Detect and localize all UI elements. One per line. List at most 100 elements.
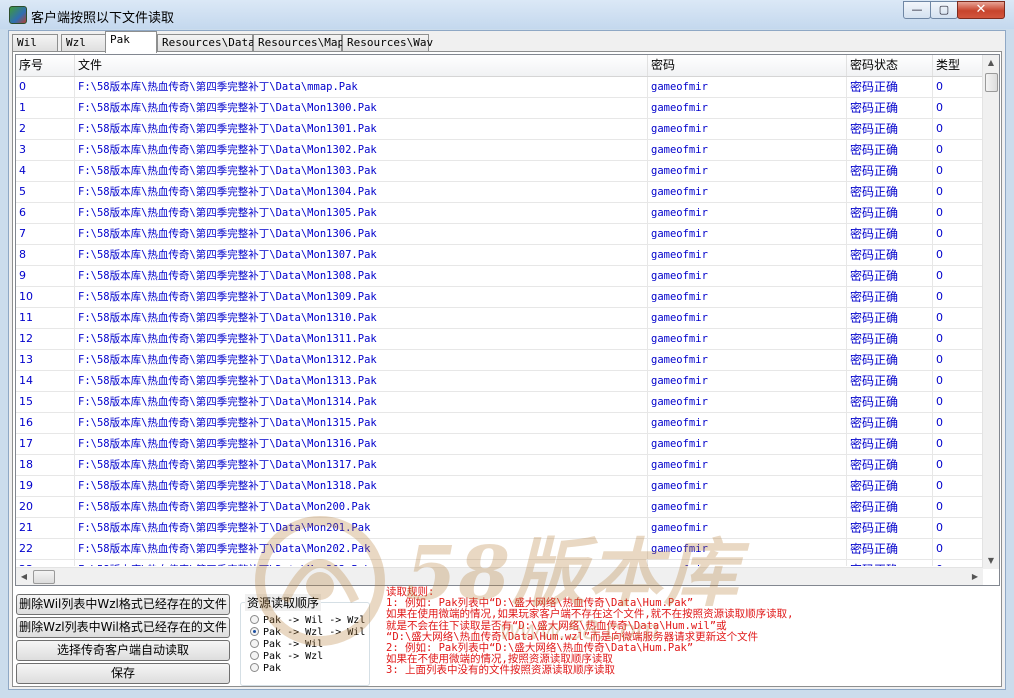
- table-row[interactable]: 3 F:\58版本库\热血传奇\第四季完整补丁\Data\Mon1302.Pak g…: [16, 140, 988, 161]
- table-row[interactable]: 15 F:\58版本库\热血传奇\第四季完整补丁\Data\Mon1314.Pak…: [16, 392, 988, 413]
- row-password: gameofmir: [648, 182, 847, 202]
- delete-wzl-in-wil-button[interactable]: 删除Wil列表中Wzl格式已经存在的文件: [16, 594, 230, 615]
- vertical-scrollbar[interactable]: ▲ ▼: [982, 55, 999, 569]
- radio-icon[interactable]: [250, 651, 259, 660]
- row-type: 0: [933, 476, 988, 496]
- table-row[interactable]: 13 F:\58版本库\热血传奇\第四季完整补丁\Data\Mon1312.Pak…: [16, 350, 988, 371]
- row-password: gameofmir: [648, 140, 847, 160]
- column-header-index[interactable]: 序号: [16, 55, 75, 76]
- tab-resources-wav[interactable]: Resources\Wav: [342, 34, 433, 52]
- row-index: 15: [16, 392, 75, 412]
- table-row[interactable]: 8 F:\58版本库\热血传奇\第四季完整补丁\Data\Mon1307.Pak g…: [16, 245, 988, 266]
- row-type: 0: [933, 497, 988, 517]
- row-file-path: F:\58版本库\热血传奇\第四季完整补丁\Data\Mon1312.Pak: [75, 350, 648, 370]
- tab-resources-data[interactable]: Resources\Data: [157, 34, 255, 52]
- row-file-path: F:\58版本库\热血传奇\第四季完整补丁\Data\Mon202.Pak: [75, 539, 648, 559]
- table-row[interactable]: 22 F:\58版本库\热血传奇\第四季完整补丁\Data\Mon202.Pak g…: [16, 539, 988, 560]
- tab-wil[interactable]: Wil: [12, 34, 58, 52]
- row-index: 6: [16, 203, 75, 223]
- row-index: 5: [16, 182, 75, 202]
- file-list[interactable]: 序号 文件 密码 密码状态 类型 0 F:\58版本库\热血传奇\第四季完整补丁\…: [15, 54, 1000, 586]
- row-password: gameofmir: [648, 329, 847, 349]
- row-password: gameofmir: [648, 245, 847, 265]
- order-option-1[interactable]: Pak -> Wil -> Wzl: [250, 615, 365, 627]
- table-row[interactable]: 7 F:\58版本库\热血传奇\第四季完整补丁\Data\Mon1306.Pak g…: [16, 224, 988, 245]
- row-index: 16: [16, 413, 75, 433]
- row-password-status: 密码正确: [847, 182, 933, 202]
- table-row[interactable]: 20 F:\58版本库\热血传奇\第四季完整补丁\Data\Mon200.Pak g…: [16, 497, 988, 518]
- minimize-button[interactable]: —: [903, 1, 931, 19]
- table-row[interactable]: 10 F:\58版本库\热血传奇\第四季完整补丁\Data\Mon1309.Pak…: [16, 287, 988, 308]
- title-bar: 客户端按照以下文件读取 — ▢ ✕: [0, 0, 1014, 29]
- column-header-type[interactable]: 类型: [933, 55, 988, 76]
- row-type: 0: [933, 140, 988, 160]
- row-password: gameofmir: [648, 308, 847, 328]
- row-type: 0: [933, 329, 988, 349]
- row-password: gameofmir: [648, 539, 847, 559]
- table-row[interactable]: 12 F:\58版本库\热血传奇\第四季完整补丁\Data\Mon1311.Pak…: [16, 329, 988, 350]
- table-row[interactable]: 16 F:\58版本库\热血传奇\第四季完整补丁\Data\Mon1315.Pak…: [16, 413, 988, 434]
- radio-checked-icon[interactable]: [250, 627, 259, 636]
- horizontal-scrollbar[interactable]: ◀ ▶: [16, 567, 983, 585]
- table-row[interactable]: 6 F:\58版本库\热血传奇\第四季完整补丁\Data\Mon1305.Pak g…: [16, 203, 988, 224]
- table-row[interactable]: 14 F:\58版本库\热血传奇\第四季完整补丁\Data\Mon1313.Pak…: [16, 371, 988, 392]
- table-row[interactable]: 4 F:\58版本库\热血传奇\第四季完整补丁\Data\Mon1303.Pak g…: [16, 161, 988, 182]
- row-file-path: F:\58版本库\热血传奇\第四季完整补丁\Data\Mon1307.Pak: [75, 245, 648, 265]
- rules-line: 如果在使用微端的情况,如果玩家客户端不存在这个文件,就不在按照资源读取顺序读取,: [386, 608, 794, 621]
- row-password-status: 密码正确: [847, 371, 933, 391]
- order-option-4[interactable]: Pak -> Wzl: [250, 651, 323, 663]
- row-type: 0: [933, 119, 988, 139]
- save-button[interactable]: 保存: [16, 663, 230, 684]
- hscroll-thumb[interactable]: [33, 570, 55, 584]
- scroll-right-icon[interactable]: ▶: [967, 568, 983, 585]
- row-index: 20: [16, 497, 75, 517]
- scroll-down-icon[interactable]: ▼: [983, 553, 999, 569]
- row-password-status: 密码正确: [847, 518, 933, 538]
- column-header-password[interactable]: 密码: [648, 55, 847, 76]
- maximize-button[interactable]: ▢: [930, 1, 958, 19]
- table-row[interactable]: 0 F:\58版本库\热血传奇\第四季完整补丁\Data\mmap.Pak game…: [16, 77, 988, 98]
- row-type: 0: [933, 560, 988, 566]
- close-button[interactable]: ✕: [957, 1, 1005, 19]
- row-password: gameofmir: [648, 371, 847, 391]
- column-header-file[interactable]: 文件: [75, 55, 648, 76]
- row-type: 0: [933, 77, 988, 97]
- scroll-up-icon[interactable]: ▲: [983, 55, 999, 71]
- order-option-3[interactable]: Pak -> Wil: [250, 639, 323, 651]
- scroll-thumb[interactable]: [985, 73, 998, 92]
- row-password: gameofmir: [648, 266, 847, 286]
- table-row[interactable]: 18 F:\58版本库\热血传奇\第四季完整补丁\Data\Mon1317.Pak…: [16, 455, 988, 476]
- order-option-2[interactable]: Pak -> Wzl -> Wil: [250, 627, 365, 639]
- order-option-5[interactable]: Pak: [250, 663, 281, 675]
- table-row[interactable]: 23F:\58版本库\热血传奇\第四季完整补丁\Data\Mon203.Pakg…: [16, 560, 988, 566]
- tab-pak[interactable]: Pak: [105, 31, 157, 53]
- table-row[interactable]: 11 F:\58版本库\热血传奇\第四季完整补丁\Data\Mon1310.Pak…: [16, 308, 988, 329]
- row-type: 0: [933, 287, 988, 307]
- row-password-status: 密码正确: [847, 98, 933, 118]
- radio-icon[interactable]: [250, 639, 259, 648]
- row-password: gameofmir: [648, 434, 847, 454]
- table-row[interactable]: 1 F:\58版本库\热血传奇\第四季完整补丁\Data\Mon1300.Pak g…: [16, 98, 988, 119]
- table-row[interactable]: 2 F:\58版本库\热血传奇\第四季完整补丁\Data\Mon1301.Pak g…: [16, 119, 988, 140]
- table-row[interactable]: 5 F:\58版本库\热血传奇\第四季完整补丁\Data\Mon1304.Pak g…: [16, 182, 988, 203]
- delete-wil-in-wzl-button[interactable]: 删除Wzl列表中Wil格式已经存在的文件: [16, 617, 230, 638]
- row-file-path: F:\58版本库\热血传奇\第四季完整补丁\Data\Mon1314.Pak: [75, 392, 648, 412]
- row-index: 11: [16, 308, 75, 328]
- table-row[interactable]: 19 F:\58版本库\热血传奇\第四季完整补丁\Data\Mon1318.Pak…: [16, 476, 988, 497]
- table-row[interactable]: 9 F:\58版本库\热血传奇\第四季完整补丁\Data\Mon1308.Pak g…: [16, 266, 988, 287]
- row-type: 0: [933, 203, 988, 223]
- row-password: gameofmir: [648, 413, 847, 433]
- auto-read-client-button[interactable]: 选择传奇客户端自动读取: [16, 640, 230, 661]
- scroll-left-icon[interactable]: ◀: [16, 568, 32, 585]
- table-row[interactable]: 21 F:\58版本库\热血传奇\第四季完整补丁\Data\Mon201.Pak g…: [16, 518, 988, 539]
- tab-resources-map[interactable]: Resources\Map: [253, 34, 344, 52]
- radio-icon[interactable]: [250, 663, 259, 672]
- row-index: 21: [16, 518, 75, 538]
- column-header-password-status[interactable]: 密码状态: [847, 55, 933, 76]
- row-index: 22: [16, 539, 75, 559]
- row-type: 0: [933, 455, 988, 475]
- row-password-status: 密码正确: [847, 308, 933, 328]
- table-row[interactable]: 17 F:\58版本库\热血传奇\第四季完整补丁\Data\Mon1316.Pak…: [16, 434, 988, 455]
- tab-wzl[interactable]: Wzl: [61, 34, 107, 52]
- radio-icon[interactable]: [250, 615, 259, 624]
